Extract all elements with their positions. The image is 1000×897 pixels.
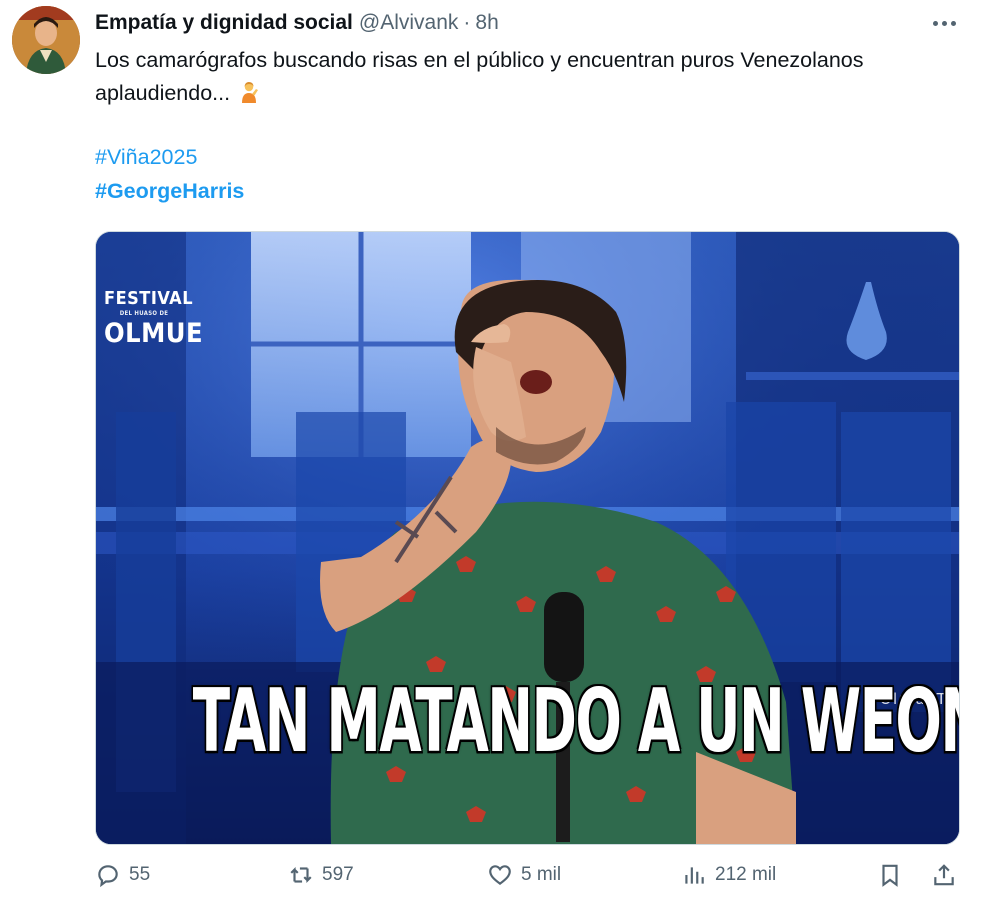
tweet: Empatía y dignidad social @Alvivank · 8h… [0, 0, 1000, 897]
retweet-button[interactable]: 597 [288, 860, 354, 890]
avatar-portrait-icon [12, 6, 80, 74]
reply-count: 55 [129, 864, 151, 885]
views-chart-icon [685, 867, 704, 884]
retweet-count: 597 [322, 864, 354, 885]
tweet-text: Los camarógrafos buscando risas en el pú… [95, 44, 955, 110]
author-display-name[interactable]: Empatía y dignidad social [95, 11, 353, 35]
person-gesturing-emoji-icon [242, 81, 259, 103]
separator-dot: · [463, 11, 471, 34]
tweet-actions-bar: 55 597 5 mil 212 mil [95, 860, 960, 890]
author-handle[interactable]: @Alvivank [359, 11, 459, 35]
meme-caption: TAN MATANDO A UN WEON ! [192, 670, 960, 774]
reply-button[interactable]: 55 [95, 860, 150, 890]
reply-icon [98, 865, 118, 888]
more-options-icon[interactable] [928, 10, 960, 36]
views-button[interactable]: 212 mil [681, 860, 776, 890]
tweet-timestamp[interactable]: 8h [475, 11, 498, 35]
bookmark-icon [882, 864, 898, 887]
tweet-body: Los camarógrafos buscando risas en el pú… [95, 48, 864, 105]
logo-line-olmue: OLMUE [104, 318, 204, 349]
like-count: 5 mil [521, 864, 562, 885]
author-avatar[interactable] [12, 6, 80, 74]
logo-line-del-huaso: DEL HUASO DE [119, 310, 169, 317]
festival-olmue-logo: FESTIVAL DEL HUASO DE OLMUE [104, 288, 204, 349]
views-count: 212 mil [715, 864, 777, 885]
retweet-icon [290, 866, 312, 884]
tweet-media-image[interactable]: FESTIVAL DEL HUASO DE OLMUE @OlmueTV TAN… [95, 231, 960, 845]
share-icon [934, 864, 954, 886]
tweet-header: Empatía y dignidad social @Alvivank · 8h [95, 8, 499, 38]
like-button[interactable]: 5 mil [487, 860, 561, 890]
hashtag-georgeharris[interactable]: #GeorgeHarris [95, 179, 244, 204]
share-button[interactable] [931, 860, 957, 890]
heart-icon [489, 865, 511, 886]
logo-line-festival: FESTIVAL [104, 288, 194, 309]
bookmark-button[interactable] [877, 860, 903, 890]
hashtag-vina2025[interactable]: #Viña2025 [95, 145, 197, 170]
